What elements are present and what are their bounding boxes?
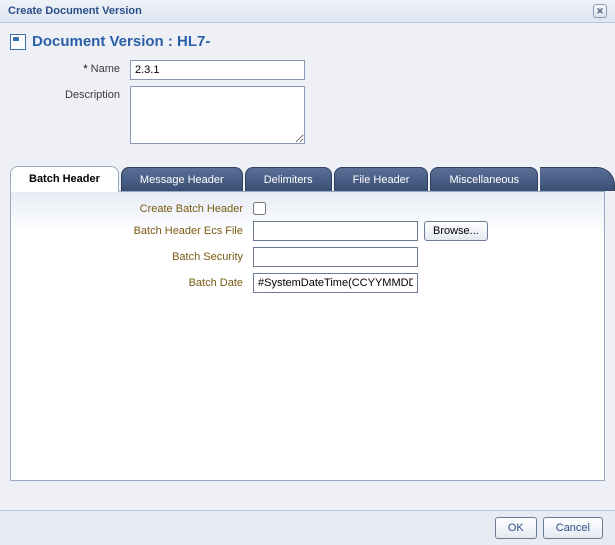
tab-file-header[interactable]: File Header — [334, 167, 429, 191]
create-batch-header-label: Create Batch Header — [23, 203, 253, 215]
description-label: Description — [10, 86, 130, 101]
tab-tail — [540, 167, 615, 191]
document-icon — [10, 34, 26, 50]
tab-label: Message Header — [140, 174, 224, 186]
cancel-button[interactable]: Cancel — [543, 517, 603, 539]
tab-panel-batch-header: Create Batch Header Batch Header Ecs Fil… — [10, 191, 605, 481]
close-icon[interactable]: ✕ — [593, 4, 607, 18]
create-batch-header-checkbox[interactable] — [253, 202, 266, 215]
name-input[interactable] — [130, 60, 305, 80]
tab-strip: Batch Header Message Header Delimiters F… — [0, 166, 615, 191]
ok-button[interactable]: OK — [495, 517, 537, 539]
dialog-title: Create Document Version — [8, 5, 142, 17]
form-top: Name Description — [0, 58, 615, 166]
tab-label: Miscellaneous — [449, 174, 519, 186]
name-label: Name — [10, 60, 130, 75]
batch-date-label: Batch Date — [23, 277, 253, 289]
browse-button[interactable]: Browse... — [424, 221, 488, 241]
ecs-file-label: Batch Header Ecs File — [23, 225, 253, 237]
page-title: Document Version : HL7- — [32, 33, 210, 50]
batch-security-input[interactable] — [253, 247, 418, 267]
dialog-titlebar: Create Document Version ✕ — [0, 0, 615, 23]
tab-miscellaneous[interactable]: Miscellaneous — [430, 167, 538, 191]
tab-message-header[interactable]: Message Header — [121, 167, 243, 191]
batch-security-label: Batch Security — [23, 251, 253, 263]
ecs-file-input[interactable] — [253, 221, 418, 241]
tab-batch-header[interactable]: Batch Header — [10, 166, 119, 192]
tab-label: Delimiters — [264, 174, 313, 186]
dialog-footer: OK Cancel — [0, 510, 615, 545]
tab-label: File Header — [353, 174, 410, 186]
tab-delimiters[interactable]: Delimiters — [245, 167, 332, 191]
tab-label: Batch Header — [29, 173, 100, 185]
description-textarea[interactable] — [130, 86, 305, 144]
page-header: Document Version : HL7- — [0, 23, 615, 58]
batch-date-input[interactable] — [253, 273, 418, 293]
